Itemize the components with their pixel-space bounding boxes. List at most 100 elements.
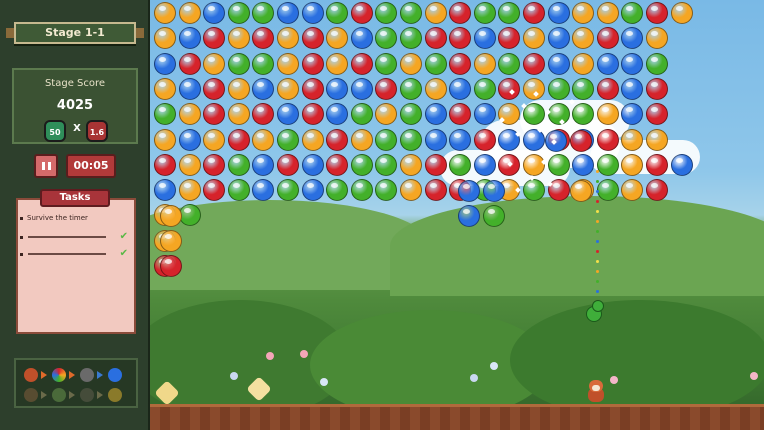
red-panda-faded-icon: [24, 388, 38, 402]
bubble: [621, 2, 644, 24]
bubble: [646, 27, 668, 50]
aim-dot: [596, 290, 599, 293]
bubble: [350, 2, 373, 24]
flower: [320, 378, 328, 386]
multiplier-factor-badge: 1.6: [86, 120, 108, 142]
bubble: [203, 179, 226, 202]
bubble: [449, 128, 472, 151]
bubble: [424, 27, 447, 50]
bubble: [547, 77, 570, 100]
bubble: [350, 128, 373, 151]
bubble: [473, 77, 496, 100]
bubble: [154, 153, 176, 176]
bubble: [227, 27, 250, 50]
bubble: [375, 153, 398, 176]
bubble: [596, 52, 619, 75]
bubble: [178, 179, 201, 202]
bubble: [252, 128, 275, 151]
bubble: [252, 27, 275, 50]
ground: [150, 404, 764, 430]
flower: [300, 350, 308, 358]
bubble: [547, 52, 570, 75]
bubble: [227, 52, 250, 75]
bubble: [277, 103, 299, 126]
gold-orb-icon: [108, 388, 122, 402]
bubble: [301, 77, 324, 100]
task-scribble: [28, 236, 106, 238]
bubble: [400, 179, 422, 202]
bubble: [326, 27, 349, 50]
bubble: [424, 77, 447, 100]
flower: [266, 352, 274, 360]
game-board[interactable]: [150, 0, 764, 430]
bubble: [178, 77, 201, 100]
aim-dot: [596, 270, 599, 273]
bubble: [326, 153, 349, 176]
bubble: [424, 179, 447, 202]
bubble: [596, 77, 619, 100]
bubble: [252, 179, 275, 202]
bubble: [350, 77, 373, 100]
bubble: [277, 52, 299, 75]
aim-dot: [596, 260, 599, 263]
bubble: [547, 2, 570, 24]
bubble: [424, 103, 447, 126]
bubble: [621, 128, 644, 151]
bubble: [621, 52, 644, 75]
checkmark-icon: ✔: [119, 231, 128, 242]
red-panda-icon: [586, 380, 606, 402]
bubble: [570, 180, 592, 202]
bubble: [458, 205, 480, 227]
bubble: [473, 27, 496, 50]
bubble: [227, 179, 250, 202]
bubble: [160, 205, 182, 227]
bubble: [621, 103, 644, 126]
bubble: [424, 128, 447, 151]
bubble: [646, 179, 668, 202]
arrow-right-icon: [69, 391, 75, 399]
bubble: [203, 2, 226, 24]
pause-button[interactable]: [34, 154, 58, 178]
bubble: [473, 103, 496, 126]
character-face: [592, 385, 600, 391]
bubble: [326, 77, 349, 100]
hud-sidebar: Stage 1-1 Stage Score 4025 50 X 1.6 00:0…: [0, 0, 150, 430]
next-bubble: [592, 300, 604, 312]
raccoon-icon: [80, 368, 94, 382]
bubble: [375, 179, 398, 202]
raccoon-faded-icon: [80, 388, 94, 402]
bubble: [252, 52, 275, 75]
bubble: [400, 153, 422, 176]
bubble: [326, 103, 349, 126]
bullet-icon: [20, 235, 23, 239]
arrow-right-icon: [41, 371, 47, 379]
bubble: [572, 77, 595, 100]
bubble: [178, 153, 201, 176]
aim-dot: [596, 240, 599, 243]
bubble: [252, 153, 275, 176]
bubble: [596, 153, 619, 176]
score-value: 4025: [56, 98, 94, 113]
bubble: [670, 2, 693, 24]
bubble: [375, 103, 398, 126]
bubble: [375, 52, 398, 75]
bubble: [596, 27, 619, 50]
bubble: [621, 27, 644, 50]
bubble: [350, 103, 373, 126]
bubble: [572, 27, 595, 50]
bubble: [424, 52, 447, 75]
bullet-icon: [20, 252, 23, 256]
bubble: [646, 128, 668, 151]
bubble: [350, 27, 373, 50]
flower: [470, 374, 478, 382]
bubble: [646, 52, 668, 75]
bubble: [547, 153, 570, 176]
hill: [390, 196, 764, 296]
aim-dot: [596, 190, 599, 193]
bubble: [424, 2, 447, 24]
bubble: [523, 2, 545, 24]
bubble: [400, 77, 422, 100]
bubble: [301, 27, 324, 50]
bubble: [498, 52, 521, 75]
bubble: [498, 2, 521, 24]
